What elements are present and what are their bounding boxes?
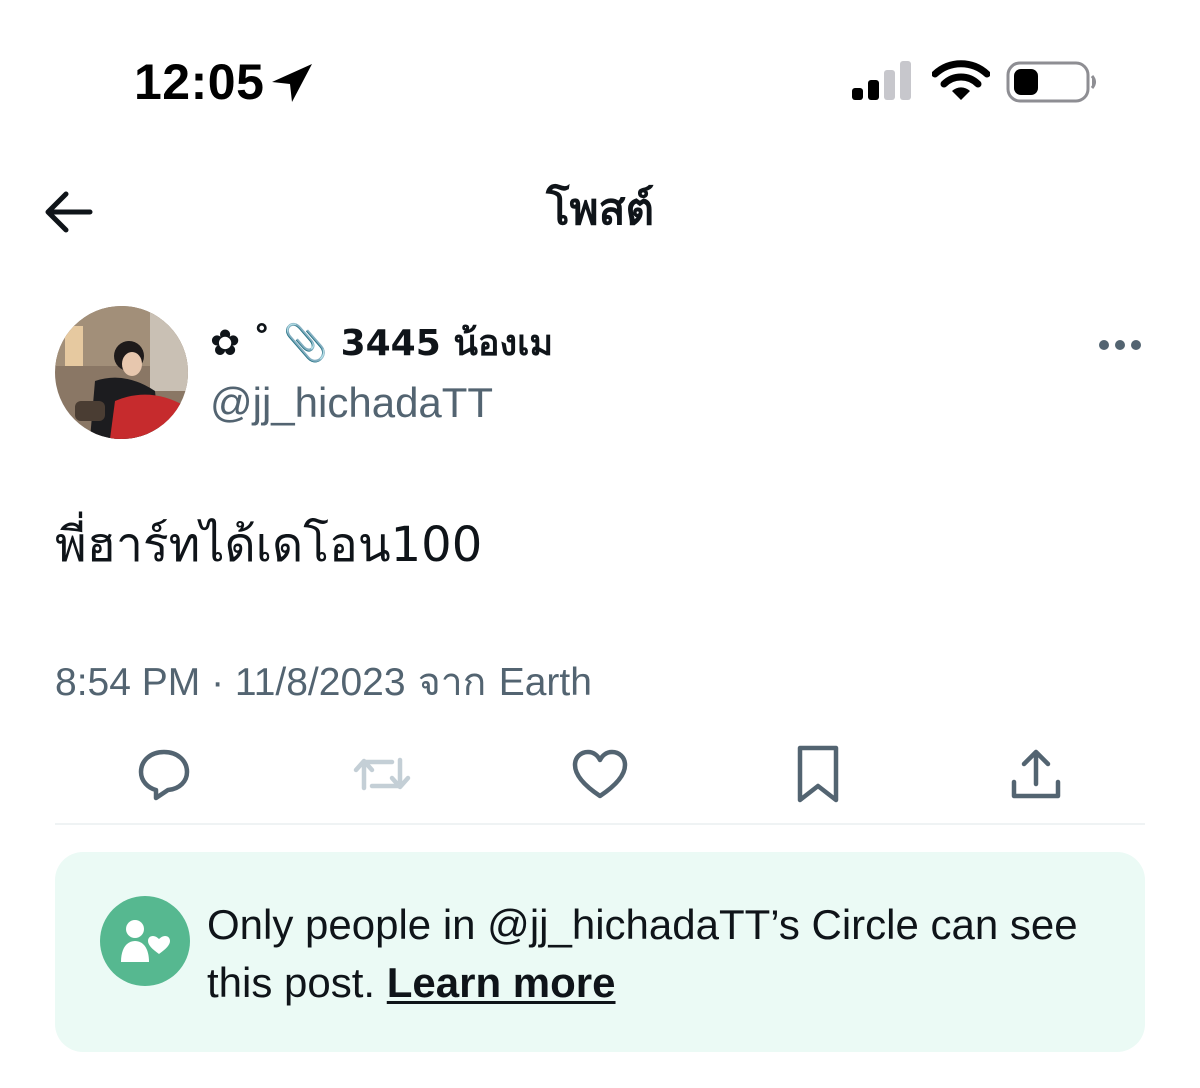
post-date: 11/8/2023	[234, 661, 406, 704]
location-arrow-icon	[272, 64, 312, 102]
post-source: Earth	[498, 661, 592, 704]
bookmark-button[interactable]	[786, 742, 850, 806]
author-display-name[interactable]: ✿ ˚ 📎 3445 น้องเม	[210, 318, 553, 370]
page-title: โพสต์	[545, 184, 655, 235]
post-timestamp: 8:54 PM · 11/8/2023 จาก Earth	[55, 656, 592, 710]
meta-separator: ·	[200, 661, 235, 704]
battery-low-icon	[1006, 61, 1096, 103]
post-time: 8:54 PM	[55, 661, 201, 704]
avatar[interactable]	[55, 306, 188, 439]
repost-button[interactable]	[350, 742, 414, 806]
cellular-signal-icon	[852, 61, 911, 100]
status-time: 12:05	[134, 54, 265, 110]
learn-more-link[interactable]: Learn more	[387, 959, 616, 1006]
reply-button[interactable]	[132, 742, 196, 806]
share-button[interactable]	[1004, 742, 1068, 806]
circle-people-heart-icon	[121, 920, 170, 962]
author-handle[interactable]: @jj_hichadaTT	[210, 376, 493, 430]
like-button[interactable]	[568, 742, 632, 806]
post-text: พี่ฮาร์ทได้เดโอน100	[55, 517, 483, 573]
circle-notice-message: Only people in @jj_hichadaTT’s Circle ca…	[207, 901, 1078, 1006]
share-icon	[1011, 749, 1061, 799]
more-options-icon[interactable]	[1094, 330, 1146, 360]
repost-icon	[353, 757, 411, 791]
reply-icon	[138, 749, 190, 801]
like-icon	[572, 749, 628, 799]
circle-notice-text: Only people in @jj_hichadaTT’s Circle ca…	[207, 896, 1107, 1012]
circle-badge	[100, 896, 190, 986]
wifi-icon	[932, 60, 990, 100]
divider	[55, 823, 1145, 825]
source-prefix: จาก	[405, 660, 499, 705]
bookmark-icon	[797, 745, 839, 803]
